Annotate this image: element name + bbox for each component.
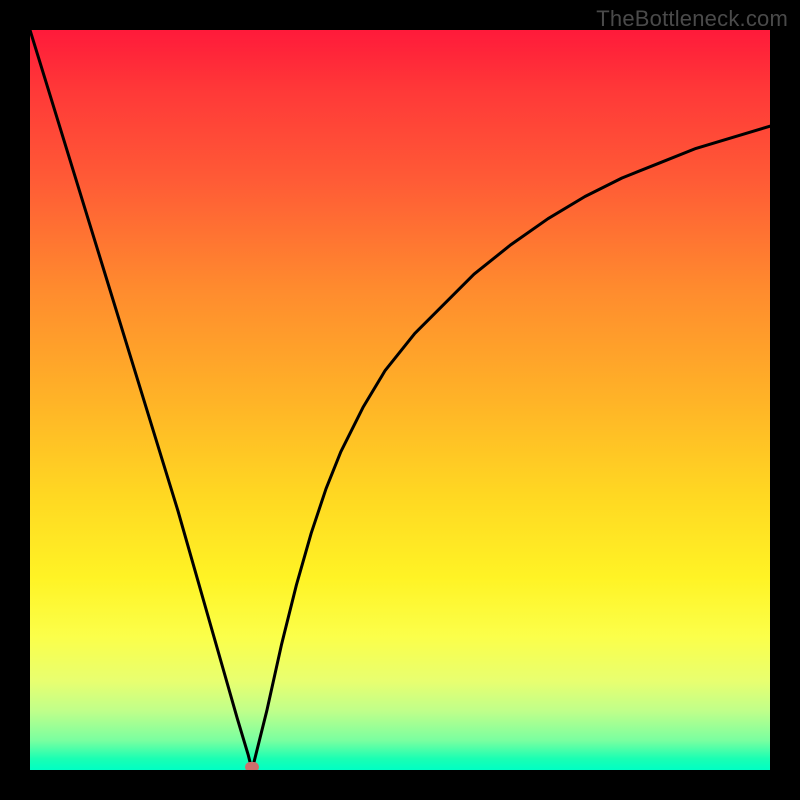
bottleneck-curve bbox=[30, 30, 770, 770]
chart-frame: TheBottleneck.com bbox=[0, 0, 800, 800]
plot-area bbox=[30, 30, 770, 770]
watermark-label: TheBottleneck.com bbox=[596, 6, 788, 32]
min-marker-icon bbox=[245, 762, 259, 770]
